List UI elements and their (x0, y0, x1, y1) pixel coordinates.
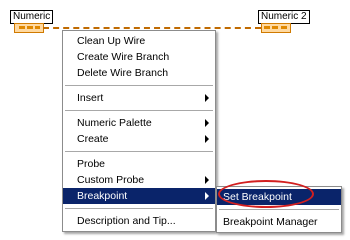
menu-item-create-wire-branch[interactable]: Create Wire Branch (63, 49, 215, 65)
menu-separator (219, 209, 339, 210)
menu-item-breakpoint[interactable]: Breakpoint (63, 188, 215, 204)
menu-item-create[interactable]: Create (63, 131, 215, 147)
submenu-arrow-icon (205, 119, 209, 127)
numeric-label: Numeric (10, 10, 54, 24)
menu-item-numeric-palette-label: Numeric Palette (77, 117, 152, 129)
menu-item-description-and-tip[interactable]: Description and Tip... (63, 213, 215, 229)
numeric-2-indicator-terminal[interactable] (261, 23, 291, 33)
menu-item-insert-label: Insert (77, 92, 104, 104)
numeric-control-terminal[interactable] (14, 23, 44, 33)
annotation-circle (218, 180, 314, 208)
menu-separator (65, 208, 213, 209)
submenu-arrow-icon (205, 94, 209, 102)
menu-item-clean-up-wire[interactable]: Clean Up Wire (63, 33, 215, 49)
menu-item-breakpoint-manager[interactable]: Breakpoint Manager (217, 214, 341, 230)
menu-item-custom-probe[interactable]: Custom Probe (63, 172, 215, 188)
menu-item-numeric-palette[interactable]: Numeric Palette (63, 115, 215, 131)
menu-item-create-label: Create (77, 133, 109, 145)
menu-item-delete-wire-branch[interactable]: Delete Wire Branch (63, 65, 215, 81)
menu-separator (65, 85, 213, 86)
wire-context-menu: Clean Up Wire Create Wire Branch Delete … (62, 30, 216, 232)
menu-item-insert[interactable]: Insert (63, 90, 215, 106)
menu-separator (65, 151, 213, 152)
menu-item-probe[interactable]: Probe (63, 156, 215, 172)
menu-item-breakpoint-label: Breakpoint (77, 190, 128, 202)
menu-separator (65, 110, 213, 111)
submenu-arrow-icon (205, 135, 209, 143)
numeric-2-label: Numeric 2 (258, 10, 310, 24)
submenu-arrow-icon (205, 176, 209, 184)
submenu-arrow-icon (205, 192, 209, 200)
menu-item-custom-probe-label: Custom Probe (77, 174, 145, 186)
